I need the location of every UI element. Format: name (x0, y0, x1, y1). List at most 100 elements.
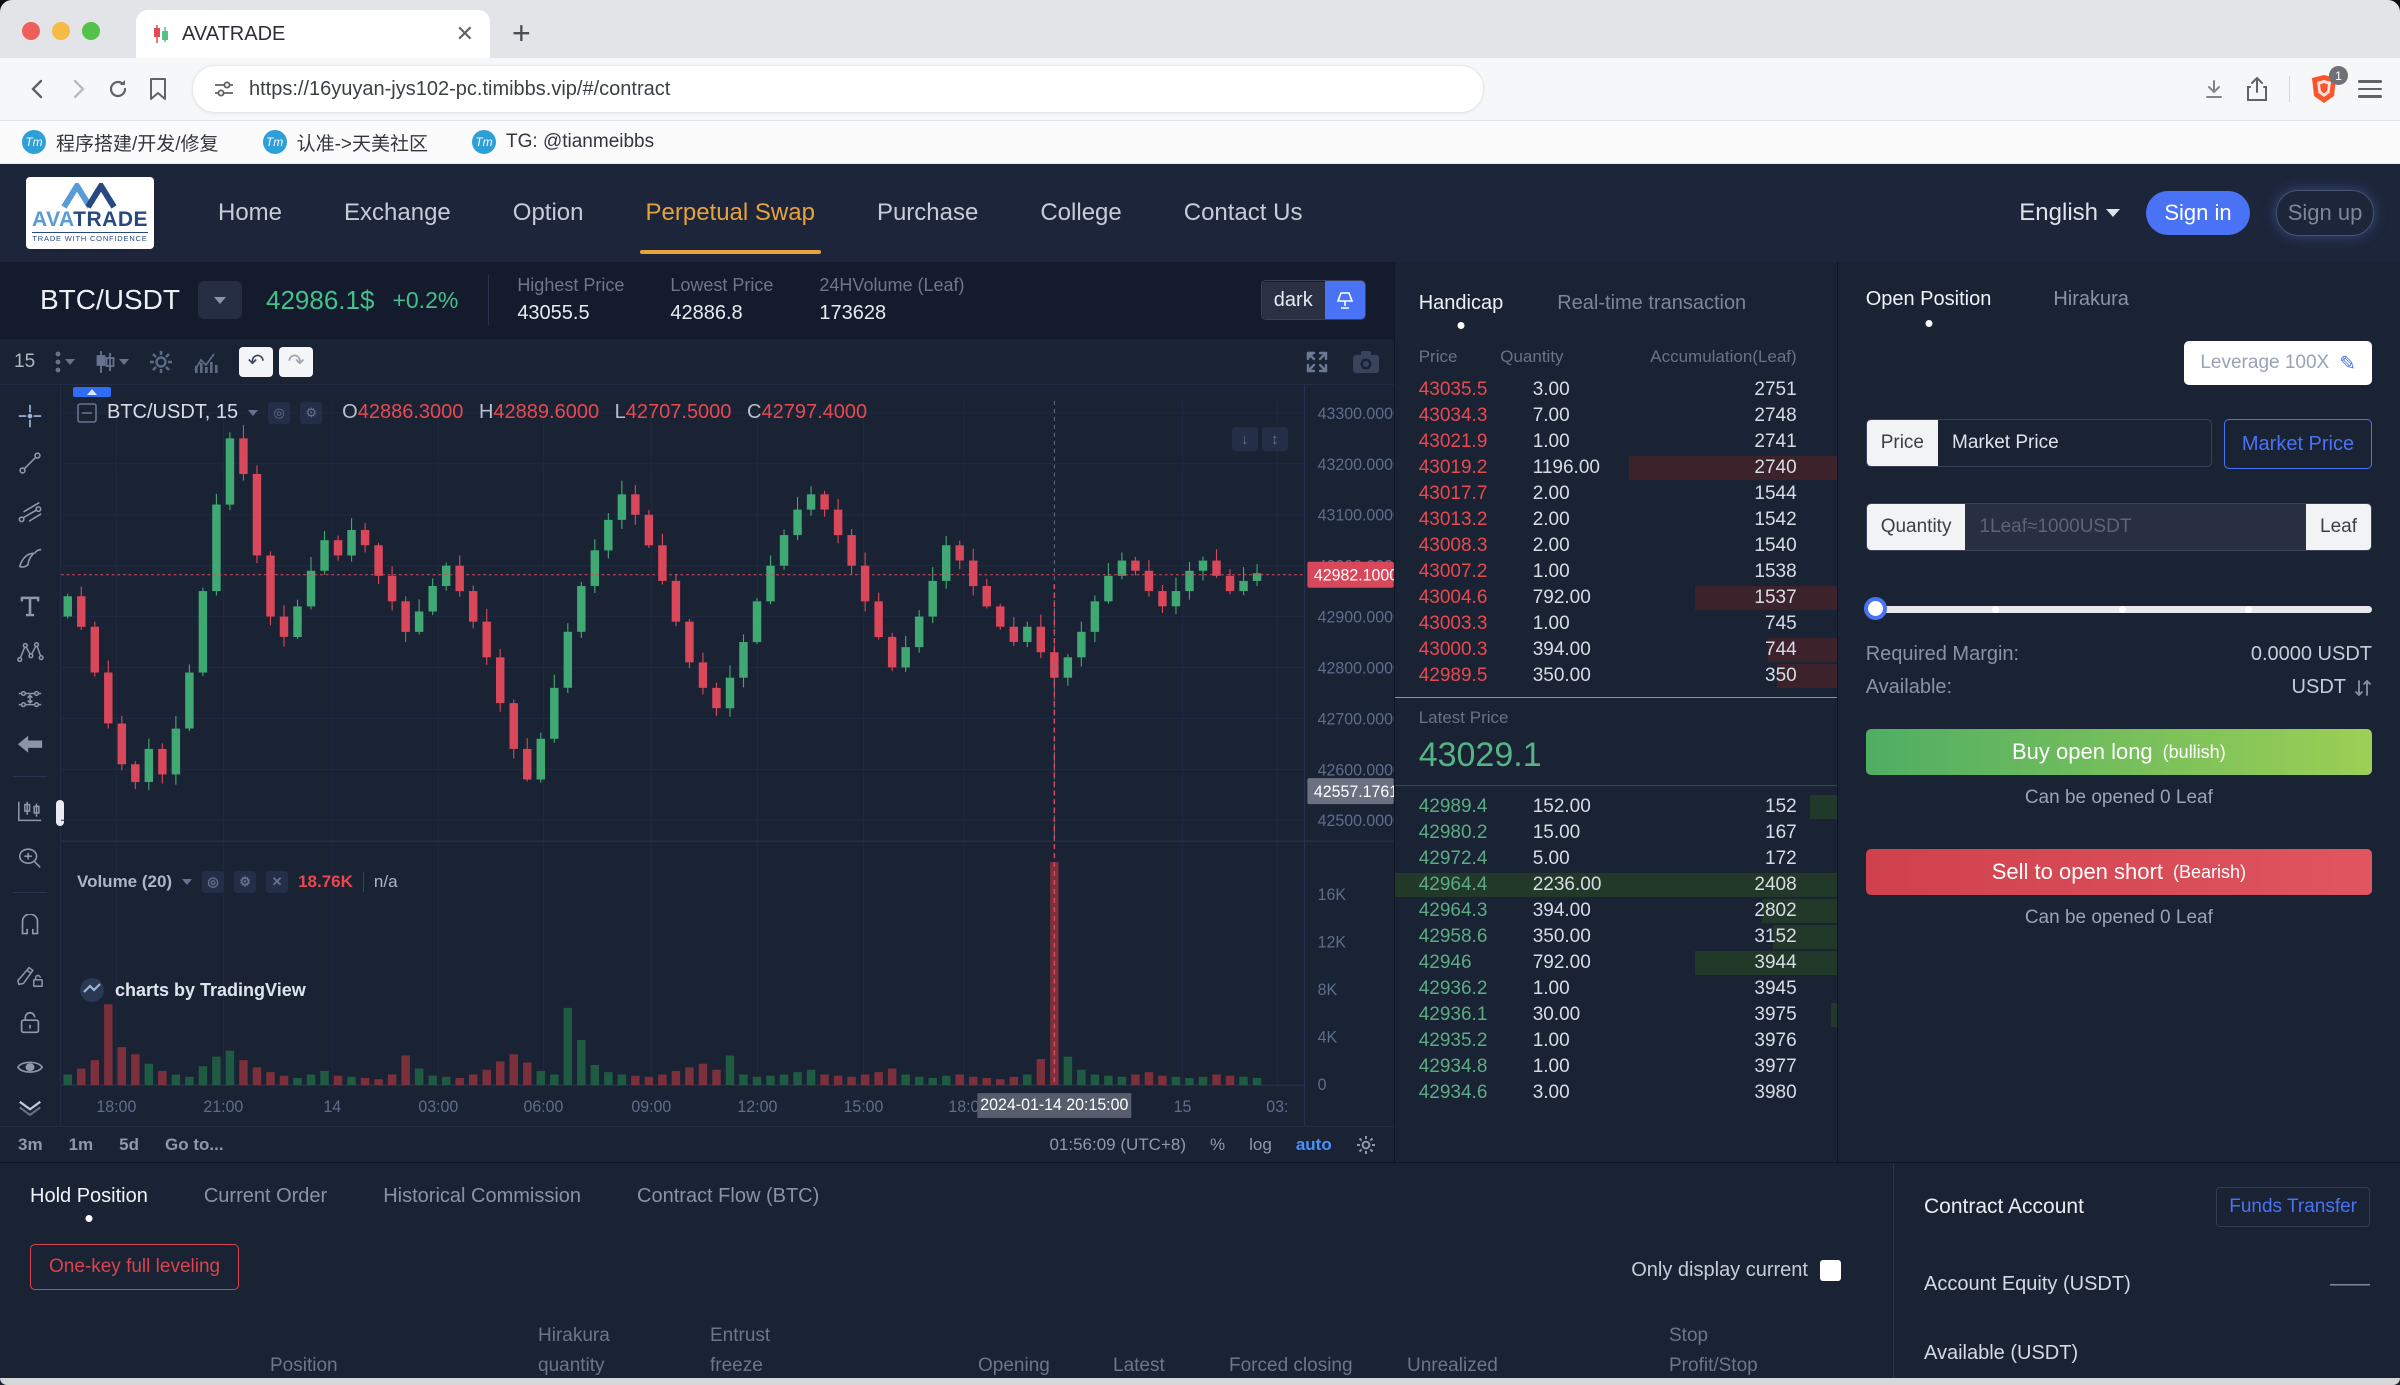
lock-all-icon[interactable] (16, 1009, 44, 1035)
redo-button[interactable]: ↷ (279, 347, 313, 377)
nav-item-option[interactable]: Option (513, 164, 584, 262)
tab-open-position[interactable]: Open Position (1866, 288, 1992, 327)
slider-thumb[interactable] (1864, 597, 1887, 620)
scale-axis-button[interactable]: ↕ (1262, 427, 1288, 451)
tab-hirakura[interactable]: Hirakura (2053, 288, 2129, 327)
share-icon[interactable] (2245, 76, 2269, 102)
ask-row[interactable]: 43004.6792.001537 (1395, 585, 1837, 611)
avatrade-logo[interactable]: AVATRADE TRADE WITH CONFIDENCE (26, 177, 154, 249)
volume-visibility-icon[interactable]: ◎ (202, 871, 224, 893)
arrow-marker-tool-icon[interactable] (15, 733, 45, 755)
goto-button[interactable]: Go to... (165, 1135, 224, 1155)
language-selector[interactable]: English (2019, 199, 2120, 227)
candle-pattern-tool-icon[interactable] (15, 798, 45, 824)
chevron-down-icon[interactable] (15, 1099, 45, 1116)
projection-tool-icon[interactable] (16, 686, 44, 712)
bookmark-item[interactable]: Tm认准->天美社区 (263, 129, 428, 156)
slider-dot[interactable] (2119, 606, 2126, 613)
magnet-tool-icon[interactable] (16, 914, 44, 940)
quantity-field[interactable]: Quantity Leaf (1866, 503, 2372, 551)
collapse-legend-icon[interactable] (77, 403, 97, 423)
tab-historical-commission[interactable]: Historical Commission (383, 1185, 581, 1222)
legend-settings-icon[interactable]: ⚙ (300, 402, 322, 424)
text-tool-icon[interactable] (16, 592, 44, 618)
ask-row[interactable]: 43035.53.002751 (1395, 377, 1837, 403)
undo-button[interactable]: ↶ (239, 347, 273, 377)
bid-row[interactable]: 42946792.003944 (1395, 950, 1837, 976)
download-icon[interactable] (2203, 78, 2225, 100)
nav-item-home[interactable]: Home (218, 164, 282, 262)
ask-row[interactable]: 43003.31.00745 (1395, 611, 1837, 637)
menu-icon[interactable] (2358, 75, 2382, 103)
bookmark-item[interactable]: TmTG: @tianmeibbs (472, 130, 654, 154)
candlestick-chart[interactable]: 43300.000043200.000043100.000043000.0000… (61, 385, 1394, 1126)
range-1m-button[interactable]: 1m (69, 1135, 94, 1155)
site-settings-icon[interactable] (213, 78, 235, 100)
tab-close-icon[interactable]: ✕ (456, 21, 474, 47)
tab-real-time-transaction[interactable]: Real-time transaction (1557, 292, 1746, 331)
auto-scale-button[interactable]: auto (1296, 1135, 1332, 1155)
chart-style-button[interactable] (95, 350, 129, 374)
funds-transfer-link[interactable]: Funds Transfer (2216, 1187, 2370, 1227)
ask-row[interactable]: 43017.72.001544 (1395, 481, 1837, 507)
ask-row[interactable]: 43021.91.002741 (1395, 429, 1837, 455)
quantity-input[interactable] (1965, 504, 2306, 550)
footer-settings-gear-icon[interactable] (1356, 1135, 1376, 1155)
trend-line-tool-icon[interactable] (16, 450, 44, 476)
range-5d-button[interactable]: 5d (119, 1135, 139, 1155)
bid-row[interactable]: 42964.42236.002408 (1395, 872, 1837, 898)
snapshot-camera-icon[interactable] (1352, 350, 1380, 374)
nav-item-purchase[interactable]: Purchase (877, 164, 978, 262)
sell-open-short-button[interactable]: Sell to open short(Bearish) (1866, 849, 2372, 895)
bid-row[interactable]: 42934.63.003980 (1395, 1080, 1837, 1106)
volume-remove-icon[interactable]: ✕ (266, 871, 288, 893)
price-field[interactable]: Price (1866, 419, 2212, 467)
nav-item-contact-us[interactable]: Contact Us (1184, 164, 1303, 262)
brave-shield-icon[interactable]: 1 (2310, 74, 2338, 104)
minimize-window-button[interactable] (52, 22, 70, 40)
indicators-icon[interactable] (193, 350, 219, 374)
price-input[interactable] (1938, 420, 2211, 466)
interval-button[interactable]: 15 (14, 351, 35, 373)
ask-row[interactable]: 43007.21.001538 (1395, 559, 1837, 585)
ask-row[interactable]: 43013.22.001542 (1395, 507, 1837, 533)
ask-row[interactable]: 43008.32.001540 (1395, 533, 1837, 559)
bid-row[interactable]: 42964.3394.002802 (1395, 898, 1837, 924)
bid-row[interactable]: 42958.6350.003152 (1395, 924, 1837, 950)
zoom-in-icon[interactable] (16, 845, 44, 871)
xabcd-pattern-tool-icon[interactable] (16, 639, 44, 665)
fullscreen-icon[interactable] (1304, 349, 1330, 375)
brush-tool-icon[interactable] (16, 544, 44, 570)
tab-contract-flow-btc-[interactable]: Contract Flow (BTC) (637, 1185, 819, 1222)
address-bar[interactable]: https://16yuyan-jys102-pc.timibbs.vip/#/… (192, 65, 1484, 113)
sign-up-button[interactable]: Sign up (2276, 190, 2374, 236)
legend-symbol[interactable]: BTC/USDT, 15 (107, 401, 238, 424)
nav-item-exchange[interactable]: Exchange (344, 164, 451, 262)
transfer-arrows-icon[interactable] (2354, 678, 2372, 698)
ask-row[interactable]: 42989.5350.00350 (1395, 663, 1837, 689)
ask-row[interactable]: 43000.3394.00744 (1395, 637, 1837, 663)
bid-row[interactable]: 42936.21.003945 (1395, 976, 1837, 1002)
tab-hold-position[interactable]: Hold Position (30, 1185, 148, 1222)
leverage-button[interactable]: Leverage 100X ✎ (2184, 341, 2372, 385)
compare-menu-button[interactable] (55, 351, 75, 373)
percent-scale-button[interactable]: % (1210, 1135, 1225, 1155)
toolbar-collapse-tab[interactable] (73, 387, 111, 397)
bid-row[interactable]: 42972.45.00172 (1395, 846, 1837, 872)
bid-row[interactable]: 42935.21.003976 (1395, 1028, 1837, 1054)
pair-dropdown[interactable] (198, 281, 242, 319)
zoom-window-button[interactable] (82, 22, 100, 40)
log-scale-button[interactable]: log (1249, 1135, 1272, 1155)
reload-button[interactable] (98, 69, 138, 109)
bid-row[interactable]: 42934.81.003977 (1395, 1054, 1837, 1080)
tab-current-order[interactable]: Current Order (204, 1185, 327, 1222)
bid-row[interactable]: 42989.4152.00152 (1395, 794, 1837, 820)
tab-handicap[interactable]: Handicap (1419, 292, 1504, 331)
hide-drawings-eye-icon[interactable] (15, 1056, 45, 1078)
nav-item-perpetual-swap[interactable]: Perpetual Swap (646, 164, 815, 262)
bid-row[interactable]: 42980.215.00167 (1395, 820, 1837, 846)
market-price-button[interactable]: Market Price (2224, 419, 2372, 469)
volume-label[interactable]: Volume (20) (77, 872, 172, 892)
only-display-checkbox[interactable] (1820, 1260, 1841, 1281)
drawing-lock-toggle-icon[interactable] (15, 962, 45, 988)
